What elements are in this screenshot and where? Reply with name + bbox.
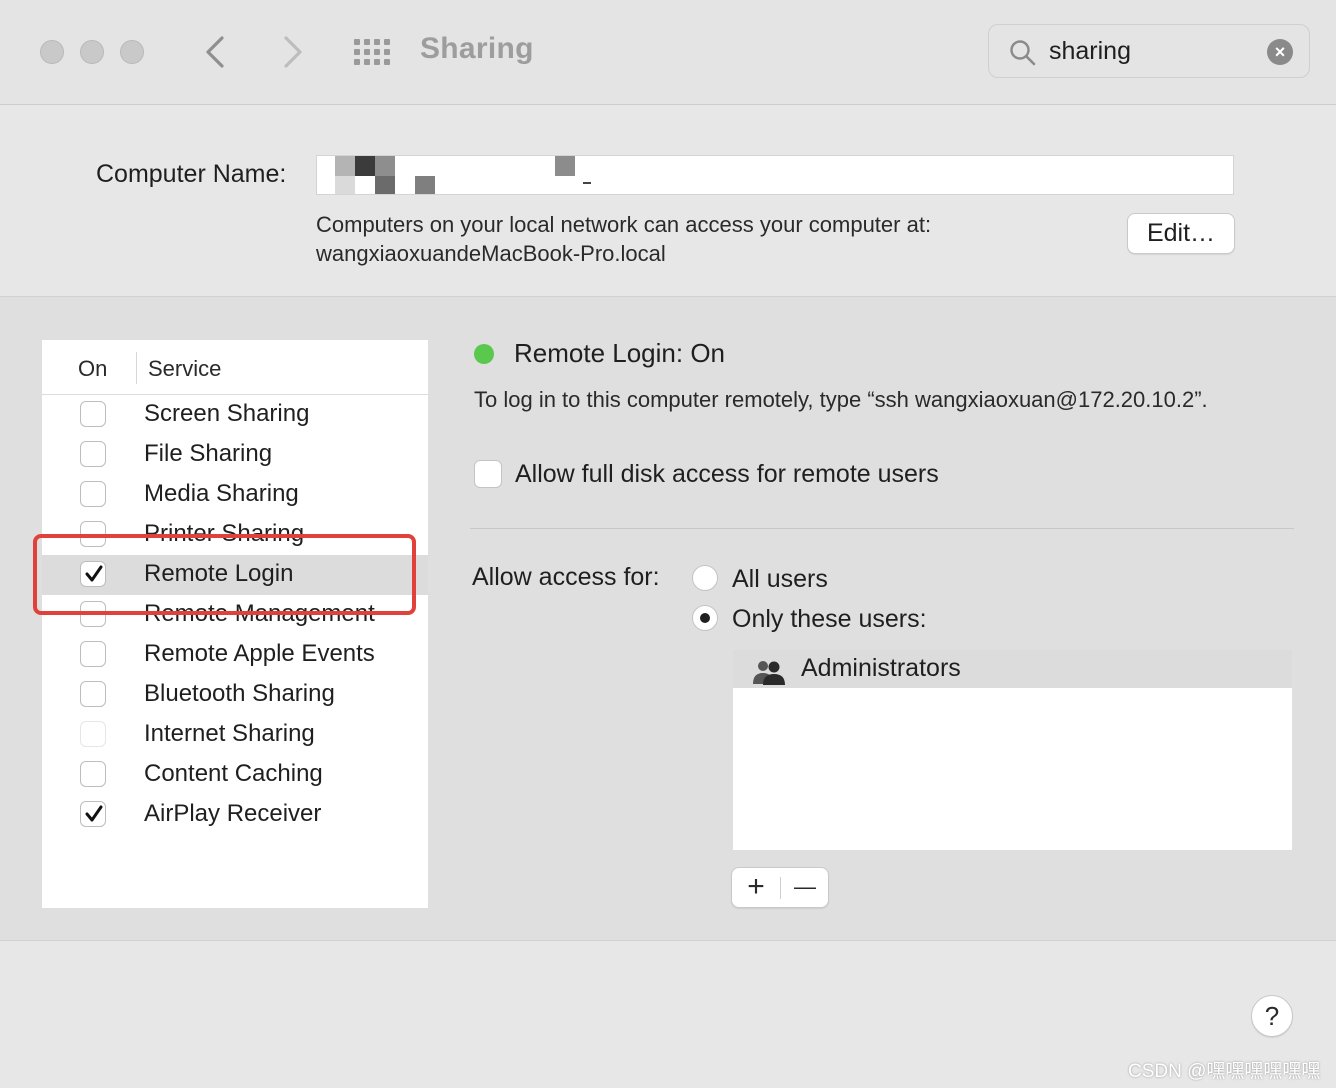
search-icon (1010, 40, 1036, 66)
window-title: Sharing (420, 32, 534, 65)
all-users-radio[interactable] (692, 565, 718, 591)
remove-user-button[interactable]: — (781, 868, 829, 907)
list-item[interactable]: Administrators (733, 650, 1292, 688)
service-checkbox-checked[interactable] (80, 801, 106, 827)
service-label: Remote Apple Events (144, 640, 375, 667)
service-label: AirPlay Receiver (144, 800, 322, 827)
service-row-content-caching[interactable]: Content Caching (42, 755, 428, 795)
column-header-service[interactable]: Service (148, 356, 221, 382)
search-input[interactable] (1049, 34, 1249, 68)
service-label: Content Caching (144, 760, 323, 787)
checkmark-icon (85, 805, 103, 822)
back-button[interactable] (196, 30, 236, 74)
service-checkbox[interactable] (80, 401, 106, 427)
computer-name-description: Computers on your local network can acce… (316, 210, 931, 268)
service-checkbox[interactable] (80, 761, 106, 787)
minimize-window-button[interactable] (80, 40, 104, 64)
service-checkbox[interactable] (80, 441, 106, 467)
chevron-left-icon (206, 36, 224, 68)
service-checkbox[interactable] (80, 641, 106, 667)
service-row-bluetooth-sharing[interactable]: Bluetooth Sharing (42, 675, 428, 715)
service-checkbox-disabled[interactable] (80, 721, 106, 747)
service-row-file-sharing[interactable]: File Sharing (42, 435, 428, 475)
full-disk-access-label[interactable]: Allow full disk access for remote users (515, 460, 939, 489)
service-status: Remote Login: On (514, 338, 726, 368)
service-label: Internet Sharing (144, 720, 315, 747)
only-these-users-label[interactable]: Only these users: (732, 605, 927, 634)
service-row-screen-sharing[interactable]: Screen Sharing (42, 395, 428, 435)
radio-selected-dot (700, 613, 710, 623)
clear-search-icon[interactable]: × (1267, 39, 1293, 65)
watermark: CSDN @嘿嘿嘿嘿嘿嘿 (1128, 1061, 1321, 1082)
add-remove-control: + — (731, 867, 829, 908)
show-all-grid-icon[interactable] (352, 37, 392, 67)
edit-button[interactable]: Edit… (1127, 213, 1235, 254)
service-checkbox[interactable] (80, 481, 106, 507)
service-row-internet-sharing[interactable]: Internet Sharing (42, 715, 428, 755)
service-row-media-sharing[interactable]: Media Sharing (42, 475, 428, 515)
chevron-right-icon (284, 36, 302, 68)
allowed-users-list[interactable]: Administrators (733, 650, 1292, 850)
column-divider (136, 352, 137, 384)
service-row-airplay-receiver[interactable]: AirPlay Receiver (42, 795, 428, 835)
service-label: Screen Sharing (144, 400, 310, 427)
service-checkbox[interactable] (80, 681, 106, 707)
local-hostname: wangxiaoxuandeMacBook-Pro.local (316, 241, 666, 266)
service-list[interactable]: On Service Screen Sharing File Sharing M… (42, 340, 428, 908)
status-indicator-icon (474, 344, 494, 364)
service-list-header: On Service (42, 340, 428, 395)
computer-name-label: Computer Name: (96, 160, 287, 188)
service-label: File Sharing (144, 440, 273, 467)
forward-button[interactable] (272, 30, 312, 74)
service-row-remote-apple-events[interactable]: Remote Apple Events (42, 635, 428, 675)
close-window-button[interactable] (40, 40, 64, 64)
zoom-window-button[interactable] (120, 40, 144, 64)
column-header-on[interactable]: On (78, 356, 107, 382)
ssh-instructions: To log in to this computer remotely, typ… (474, 387, 1208, 412)
allow-access-label: Allow access for: (472, 563, 660, 591)
annotation-highlight-box (33, 534, 416, 615)
full-disk-access-checkbox[interactable] (474, 460, 502, 488)
add-user-button[interactable]: + (732, 868, 780, 907)
help-button[interactable]: ? (1251, 995, 1293, 1037)
only-these-users-radio[interactable] (692, 605, 718, 631)
computer-name-field[interactable] (316, 155, 1234, 195)
user-group-name: Administrators (801, 654, 961, 682)
divider (470, 528, 1294, 529)
all-users-label[interactable]: All users (732, 565, 828, 594)
title-bar: Sharing × (0, 0, 1336, 105)
search-field[interactable]: × (988, 24, 1310, 78)
group-users-icon (753, 661, 785, 685)
network-access-text: Computers on your local network can acce… (316, 212, 932, 237)
service-label: Bluetooth Sharing (144, 680, 335, 707)
service-label: Media Sharing (144, 480, 299, 507)
